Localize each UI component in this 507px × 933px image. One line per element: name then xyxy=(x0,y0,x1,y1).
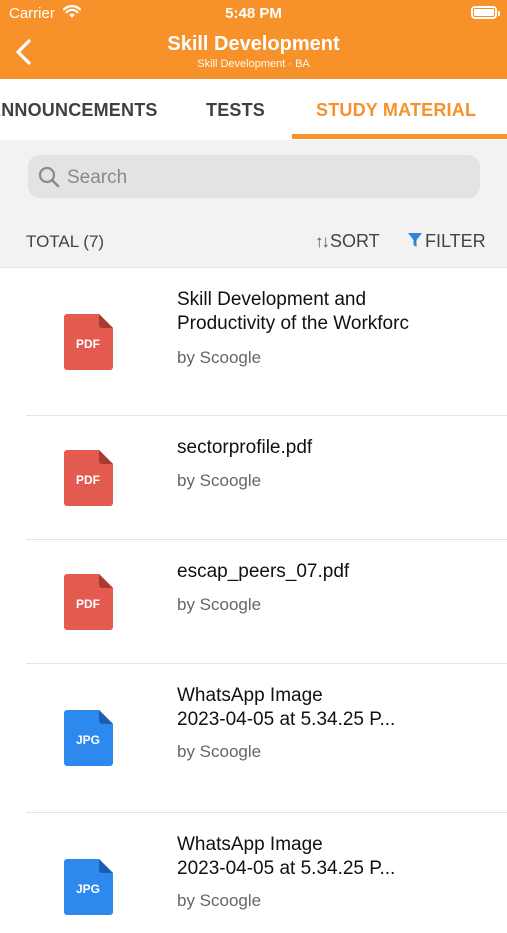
active-tab-indicator xyxy=(292,134,507,139)
item-author: by Scoogle xyxy=(177,742,262,761)
list-item[interactable]: PDF sectorprofile.pdf by Scoogle xyxy=(0,416,507,540)
pdf-file-icon: PDF xyxy=(64,450,113,506)
item-author: by Scoogle xyxy=(177,471,262,490)
file-type-label: PDF xyxy=(76,337,100,351)
file-type-label: PDF xyxy=(76,473,100,487)
item-title: sectorprofile.pdf xyxy=(177,437,313,458)
search-icon xyxy=(38,166,60,188)
list-toolbar: TOTAL (7) ↑↓SORT FILTER xyxy=(0,140,507,268)
tab-bar: ANNOUNCEMENTS TESTS STUDY MATERIAL xyxy=(0,79,507,140)
item-author: by Scoogle xyxy=(177,348,262,367)
battery-icon xyxy=(471,6,500,19)
list-item[interactable]: JPG WhatsApp Image 2023-04-05 at 5.34.25… xyxy=(0,813,507,933)
item-title: WhatsApp Image 2023-04-05 at 5.34.25 P..… xyxy=(177,833,477,881)
item-title-line: 2023-04-05 at 5.34.25 P... xyxy=(177,709,396,730)
filter-label: FILTER xyxy=(425,231,486,251)
total-count: TOTAL (7) xyxy=(26,232,105,251)
jpg-file-icon: JPG xyxy=(64,710,113,766)
list-item[interactable]: PDF escap_peers_07.pdf by Scoogle xyxy=(0,540,507,664)
pdf-file-icon: PDF xyxy=(64,574,113,630)
app-header: Carrier 5:48 PM Skill Development Skill … xyxy=(0,0,507,79)
item-title: Skill Development and Productivity of th… xyxy=(177,288,477,336)
clock: 5:48 PM xyxy=(225,5,282,22)
study-material-list: PDF Skill Development and Productivity o… xyxy=(0,268,507,933)
item-author: by Scoogle xyxy=(177,891,262,910)
item-title: WhatsApp Image 2023-04-05 at 5.34.25 P..… xyxy=(177,684,477,732)
tab-study-material[interactable]: STUDY MATERIAL xyxy=(316,100,476,121)
filter-button[interactable]: FILTER xyxy=(407,231,486,252)
file-type-label: JPG xyxy=(76,882,100,896)
pdf-file-icon: PDF xyxy=(64,314,113,370)
item-title-line: 2023-04-05 at 5.34.25 P... xyxy=(177,858,396,879)
search-input[interactable] xyxy=(65,155,469,200)
item-title: escap_peers_07.pdf xyxy=(177,561,350,582)
page-subtitle: Skill Development · BA xyxy=(197,58,310,70)
item-title-line: WhatsApp Image xyxy=(177,685,323,706)
item-title-line: Skill Development and xyxy=(177,289,367,310)
list-item[interactable]: PDF Skill Development and Productivity o… xyxy=(0,268,507,416)
list-item[interactable]: JPG WhatsApp Image 2023-04-05 at 5.34.25… xyxy=(0,664,507,813)
status-bar: Carrier 5:48 PM xyxy=(0,0,507,28)
search-bar[interactable] xyxy=(28,155,480,200)
tab-tests[interactable]: TESTS xyxy=(206,100,265,121)
item-title-line: WhatsApp Image xyxy=(177,834,323,855)
sort-label: SORT xyxy=(330,231,380,251)
jpg-file-icon: JPG xyxy=(64,859,113,915)
sort-arrows-icon: ↑↓ xyxy=(315,232,330,251)
page-title: Skill Development xyxy=(167,33,340,55)
item-author: by Scoogle xyxy=(177,595,262,614)
file-type-label: JPG xyxy=(76,733,100,747)
sort-button[interactable]: ↑↓ SORT xyxy=(315,231,380,252)
filter-funnel-icon xyxy=(408,233,422,247)
tab-announcements[interactable]: ANNOUNCEMENTS xyxy=(0,100,158,121)
file-type-label: PDF xyxy=(76,597,100,611)
item-title-line: Productivity of the Workforc xyxy=(177,313,409,334)
